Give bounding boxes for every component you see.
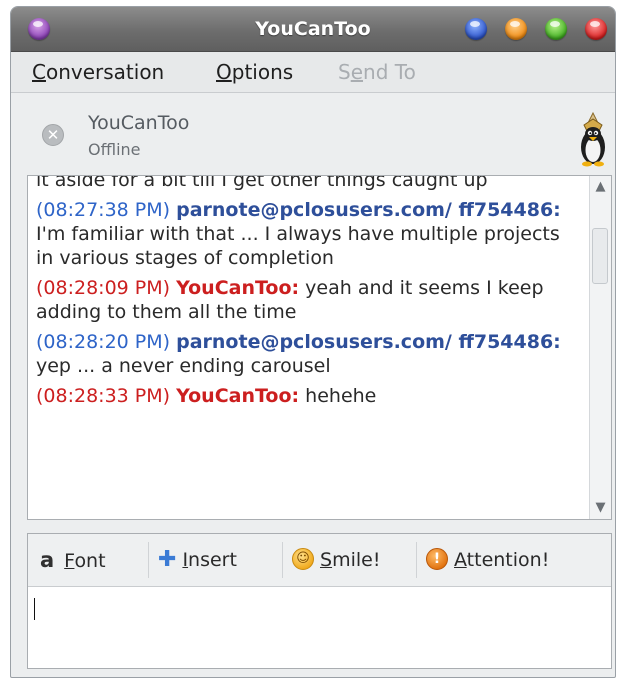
message-sender: parnote@pclosusers.com/ ff754486: xyxy=(176,199,561,221)
title-bar[interactable]: YouCanToo xyxy=(11,7,615,52)
message-timestamp: (08:28:20 PM) xyxy=(36,331,171,353)
message-text: yep ... a never ending carousel xyxy=(36,355,331,377)
menu-conversation-label: onversation xyxy=(45,60,165,84)
attention-label: ttention! xyxy=(466,549,550,571)
toolbar-separator xyxy=(148,542,149,578)
window-shade-button[interactable] xyxy=(465,18,487,40)
menu-options-mnemonic: O xyxy=(216,60,232,84)
insert-plus-icon: ✚ xyxy=(158,547,177,572)
message-entry-panel: a Font ✚ Insert ☺ Smile! ! Attention! xyxy=(27,533,612,669)
menu-send-to[interactable]: Send To xyxy=(338,52,416,92)
offline-icon: ✕ xyxy=(42,124,64,146)
font-button[interactable]: a Font xyxy=(40,534,106,586)
message-timestamp: (08:28:33 PM) xyxy=(36,385,171,407)
scrollbar-thumb[interactable] xyxy=(592,228,608,284)
message-text: I'm familiar with that ... I always have… xyxy=(36,223,560,269)
scroll-down-icon[interactable]: ▼ xyxy=(590,497,611,519)
menu-send-to-prefix: S xyxy=(338,60,351,84)
smiley-icon: ☺ xyxy=(292,547,314,570)
contact-name: YouCanToo xyxy=(88,112,190,134)
font-mnemonic: F xyxy=(64,550,75,572)
menu-send-to-label: nd To xyxy=(363,60,416,84)
font-label: ont xyxy=(74,550,106,572)
menu-conversation[interactable]: Conversation xyxy=(32,52,164,92)
history-scrollbar[interactable]: ▲ ▼ xyxy=(589,176,611,519)
message-continuation: it aside for a bit till I get other thin… xyxy=(36,175,488,191)
attention-button[interactable]: ! Attention! xyxy=(426,534,549,586)
conversation-log: it aside for a bit till I get other thin… xyxy=(36,175,581,414)
message-sender: YouCanToo: xyxy=(176,385,300,407)
message-timestamp: (08:28:09 PM) xyxy=(36,277,171,299)
attention-mnemonic: A xyxy=(454,549,467,571)
menu-bar: Conversation Options Send To xyxy=(11,52,615,93)
menu-conversation-mnemonic: C xyxy=(32,60,46,84)
message-text: hehehe xyxy=(299,385,377,407)
scroll-up-icon[interactable]: ▲ xyxy=(590,176,611,198)
toolbar-separator xyxy=(416,542,417,578)
smile-mnemonic: S xyxy=(320,549,333,571)
window-maximize-button[interactable] xyxy=(545,18,567,40)
insert-label: nsert xyxy=(188,549,237,571)
format-toolbar: a Font ✚ Insert ☺ Smile! ! Attention! xyxy=(28,534,611,587)
contact-status: Offline xyxy=(88,140,141,159)
message: (08:28:09 PM) YouCanToo: yeah and it see… xyxy=(36,276,581,324)
menu-send-to-mnemonic: e xyxy=(350,60,364,84)
window-close-button[interactable] xyxy=(585,18,607,40)
contact-header: ✕ YouCanToo Offline xyxy=(11,93,615,173)
message-sender: YouCanToo: xyxy=(176,277,300,299)
im-window: YouCanToo Conversation Options Send To ✕… xyxy=(10,6,616,678)
tux-penguin-icon[interactable] xyxy=(577,111,609,167)
text-cursor xyxy=(34,598,35,620)
toolbar-separator xyxy=(282,542,283,578)
window-minimize-button[interactable] xyxy=(505,18,527,40)
insert-button[interactable]: ✚ Insert xyxy=(158,534,237,586)
menu-options[interactable]: Options xyxy=(216,52,293,92)
font-a-icon: a xyxy=(40,548,55,572)
message-input[interactable] xyxy=(28,587,611,668)
message: (08:27:38 PM) parnote@pclosusers.com/ ff… xyxy=(36,198,581,270)
conversation-history[interactable]: it aside for a bit till I get other thin… xyxy=(27,175,612,520)
smile-label: mile! xyxy=(332,549,381,571)
message: (08:28:33 PM) YouCanToo: hehehe xyxy=(36,384,581,408)
menu-options-label: ptions xyxy=(231,60,294,84)
smile-button[interactable]: ☺ Smile! xyxy=(292,534,380,586)
attention-icon: ! xyxy=(426,547,448,570)
message-timestamp: (08:27:38 PM) xyxy=(36,199,171,221)
message: (08:28:20 PM) parnote@pclosusers.com/ ff… xyxy=(36,330,581,378)
message-sender: parnote@pclosusers.com/ ff754486: xyxy=(176,331,561,353)
